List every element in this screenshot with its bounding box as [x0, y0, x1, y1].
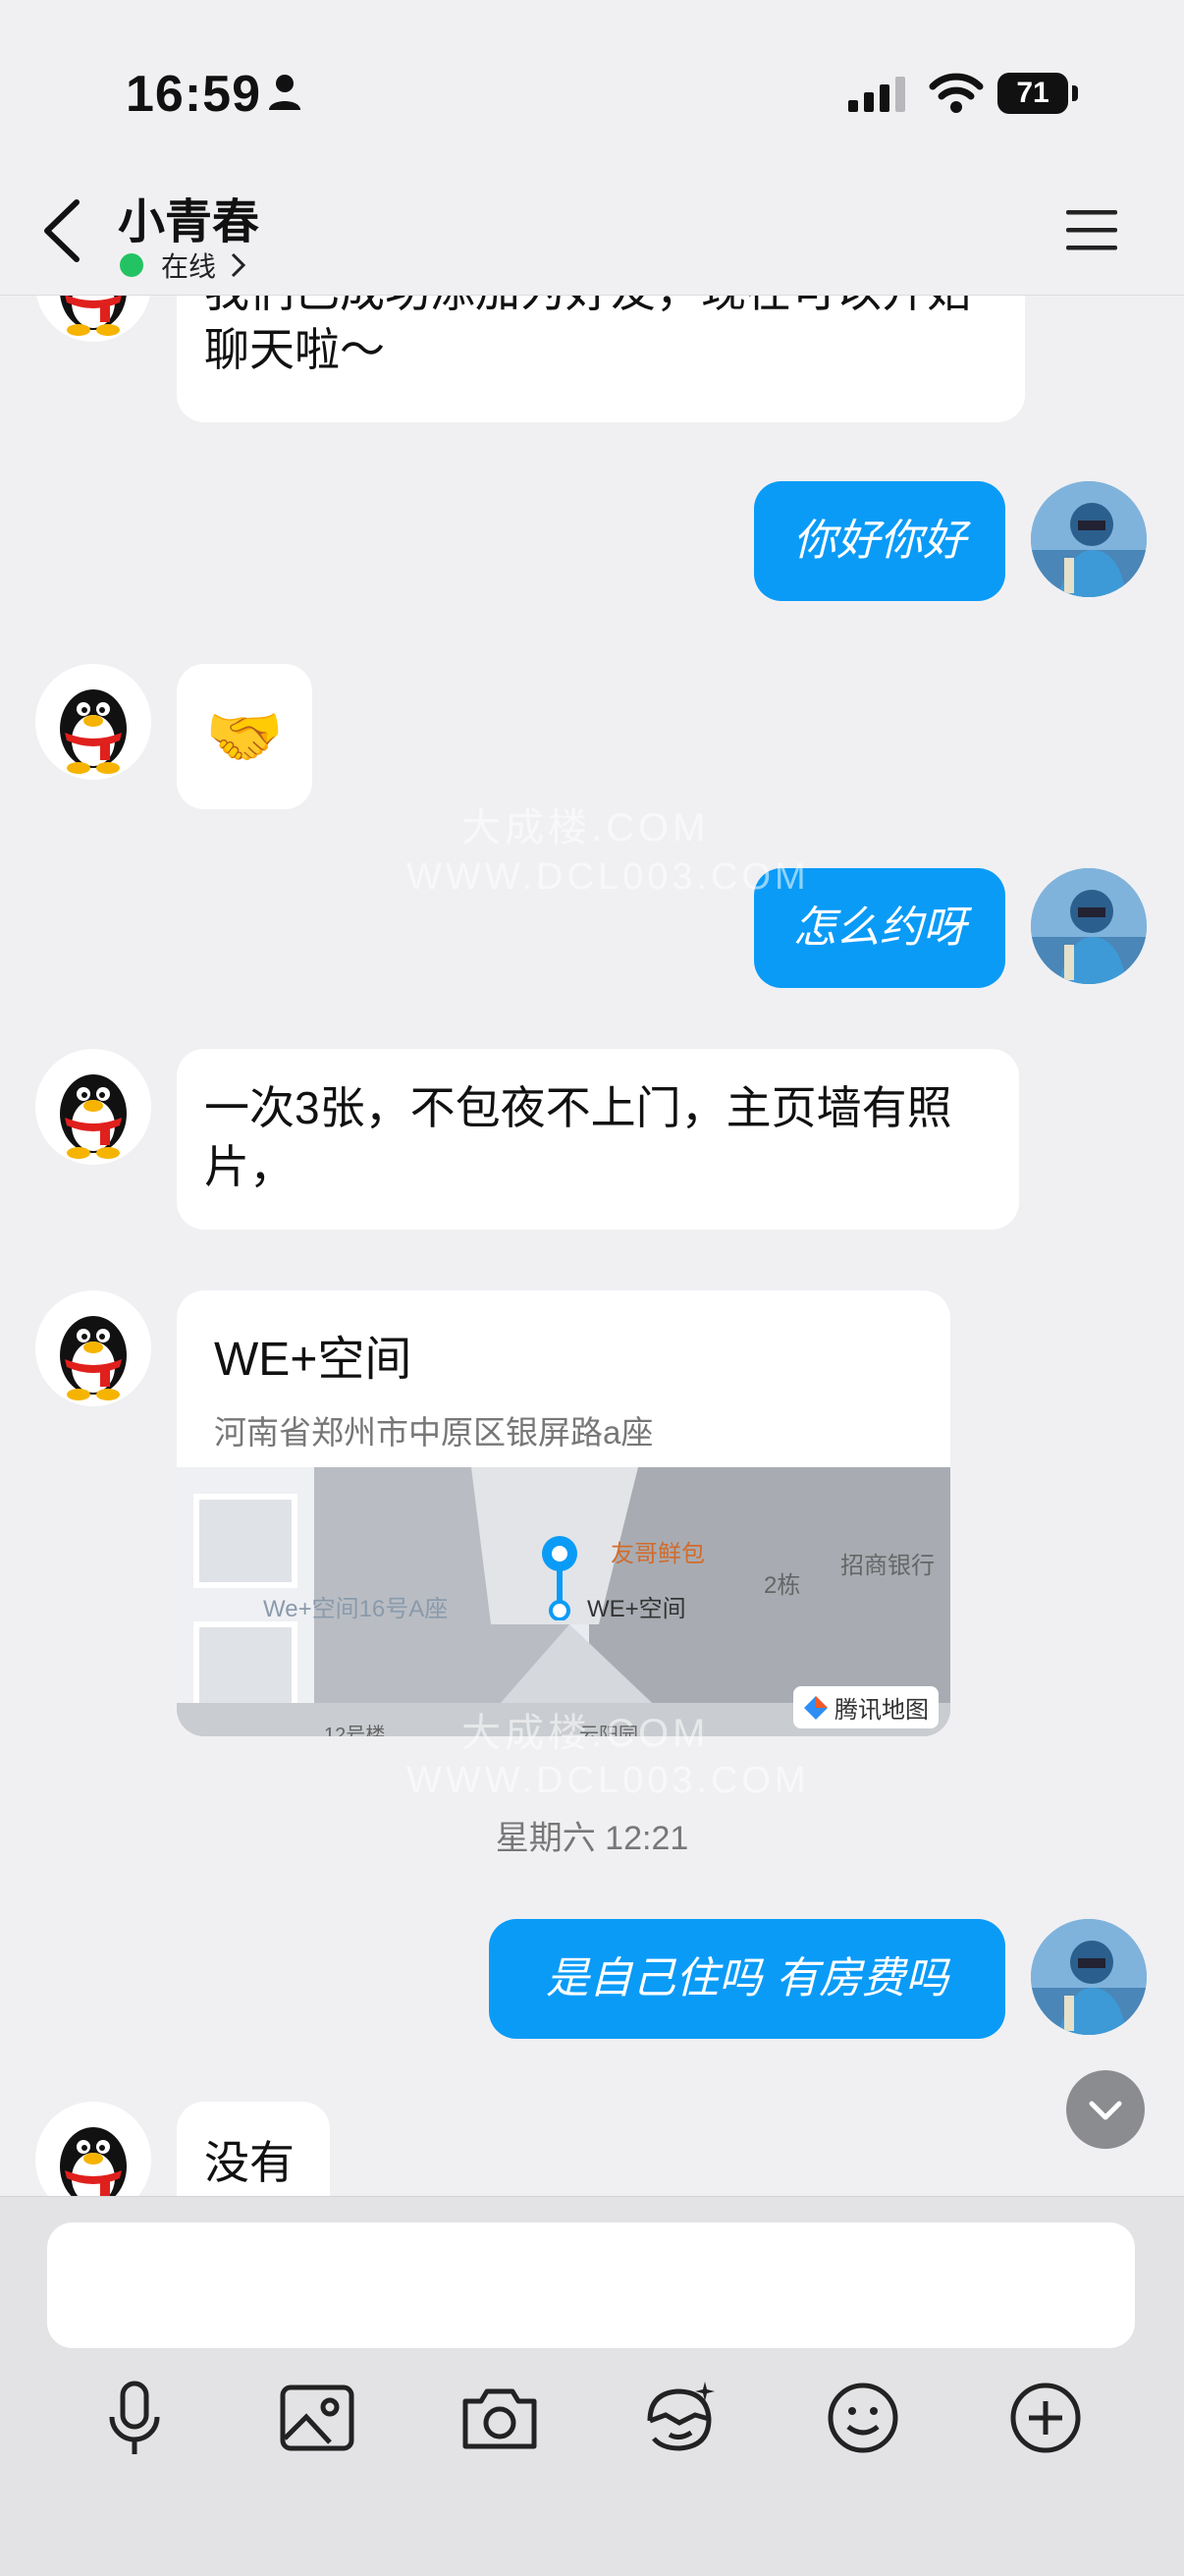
person-icon	[269, 75, 300, 110]
map-preview[interactable]: 友哥鲜包 WE+空间 2栋 招商银行 We+空间16号A座 云阳园 12号楼 腾…	[177, 1467, 950, 1736]
scroll-to-bottom-button[interactable]	[1066, 2070, 1145, 2149]
status-time: 16:59	[126, 66, 261, 123]
qq-penguin-icon	[60, 689, 127, 774]
battery-indicator: 71	[997, 73, 1078, 114]
my-avatar[interactable]	[1031, 481, 1147, 597]
map-label-place: WE+空间	[587, 1596, 686, 1622]
message-text: 一次3张，不包夜不上门，主页墙有照片，	[204, 1082, 952, 1192]
map-label-building2: 2栋	[764, 1572, 801, 1599]
image-icon[interactable]	[273, 2374, 361, 2462]
qq-penguin-icon	[60, 2127, 127, 2196]
message-text: 我们已成功添加为好友，现在可以开始聊天啦～	[204, 295, 972, 375]
contact-avatar[interactable]	[35, 2102, 151, 2196]
voice-icon[interactable]	[90, 2374, 179, 2462]
message-text: 是自己住吗 有房费吗	[546, 1953, 948, 2003]
map-label-building16a: We+空间16号A座	[263, 1596, 449, 1622]
camera-icon[interactable]	[456, 2374, 544, 2462]
plus-icon[interactable]	[1001, 2374, 1090, 2462]
handshake-emoji: 🤝	[205, 701, 284, 772]
watermark: 大成楼.COM	[461, 795, 709, 852]
location-pin-icon	[542, 1536, 577, 1620]
watermark-line2: WWW.DCL003.COM	[406, 1760, 810, 1801]
qq-penguin-icon	[60, 295, 127, 336]
cellular-signal-icon	[848, 77, 905, 112]
map-credit: 腾讯地图	[793, 1686, 939, 1728]
wifi-icon	[929, 73, 984, 113]
composer	[0, 2196, 1184, 2576]
tencent-map-logo-icon	[804, 1695, 828, 1720]
contact-avatar[interactable]	[35, 295, 151, 342]
incoming-message[interactable]: 🤝	[177, 664, 312, 809]
map-credit-text: 腾讯地图	[834, 1697, 929, 1724]
user-photo-icon	[1031, 1919, 1147, 2035]
contact-avatar[interactable]	[35, 1290, 151, 1406]
contact-avatar[interactable]	[35, 1049, 151, 1165]
status-bar: 16:59 71	[0, 0, 1184, 167]
incoming-message[interactable]: 一次3张，不包夜不上门，主页墙有照片，	[177, 1049, 1019, 1230]
location-title: WE+空间	[214, 1334, 412, 1386]
message-text: 没有	[204, 2137, 295, 2188]
my-avatar[interactable]	[1031, 1919, 1147, 2035]
message-text: 你好你好	[793, 516, 966, 566]
contact-name[interactable]: 小青春	[118, 183, 259, 251]
user-photo-icon	[1031, 868, 1147, 984]
map-label-bakery: 友哥鲜包	[611, 1541, 705, 1567]
magic-emoji-icon[interactable]	[636, 2374, 725, 2462]
presence-status[interactable]: 在线	[120, 246, 247, 285]
location-card[interactable]: WE+空间 河南省郑州市中原区银屏路a座 友哥鲜包 WE+空间 2栋 招商银行 …	[177, 1290, 950, 1736]
presence-label: 在线	[161, 251, 217, 282]
menu-icon[interactable]	[1062, 206, 1121, 255]
location-address: 河南省郑州市中原区银屏路a座	[214, 1414, 654, 1451]
back-icon[interactable]	[35, 196, 94, 265]
user-photo-icon	[1031, 481, 1147, 597]
qq-penguin-icon	[60, 1074, 127, 1159]
watermark: WWW.DCL003.COM	[406, 1760, 810, 1802]
chevron-down-icon	[1089, 2101, 1122, 2120]
contact-avatar[interactable]	[35, 664, 151, 780]
message-list[interactable]: 我们已成功添加为好友，现在可以开始聊天啦～ 你好你好 🤝	[0, 295, 1184, 2196]
battery-percent: 71	[1016, 77, 1049, 109]
message-text: 怎么约呀	[793, 903, 966, 953]
message-input[interactable]	[47, 2222, 1135, 2348]
qq-penguin-icon	[60, 1316, 127, 1400]
watermark-line2: WWW.DCL003.COM	[406, 856, 810, 898]
message-timestamp: 星期六 12:21	[495, 1820, 689, 1857]
emoji-icon[interactable]	[819, 2374, 907, 2462]
map-label-bank: 招商银行	[840, 1553, 935, 1579]
outgoing-message[interactable]: 你好你好	[754, 481, 1005, 601]
chevron-right-icon	[231, 252, 246, 278]
chat-header: 小青春 在线	[0, 167, 1184, 296]
outgoing-message[interactable]: 怎么约呀	[754, 868, 1005, 988]
map-label-building12: 12号楼	[324, 1725, 386, 1736]
watermark-line1: 大成楼.COM	[461, 806, 710, 850]
incoming-message[interactable]: 我们已成功添加为好友，现在可以开始聊天啦～	[177, 295, 1025, 422]
map-label-garden: 云阳园	[579, 1725, 638, 1736]
my-avatar[interactable]	[1031, 868, 1147, 984]
online-dot-icon	[120, 253, 143, 277]
watermark: WWW.DCL003.COM	[406, 856, 810, 899]
incoming-message[interactable]: 没有	[177, 2102, 330, 2196]
outgoing-message[interactable]: 是自己住吗 有房费吗	[489, 1919, 1005, 2039]
